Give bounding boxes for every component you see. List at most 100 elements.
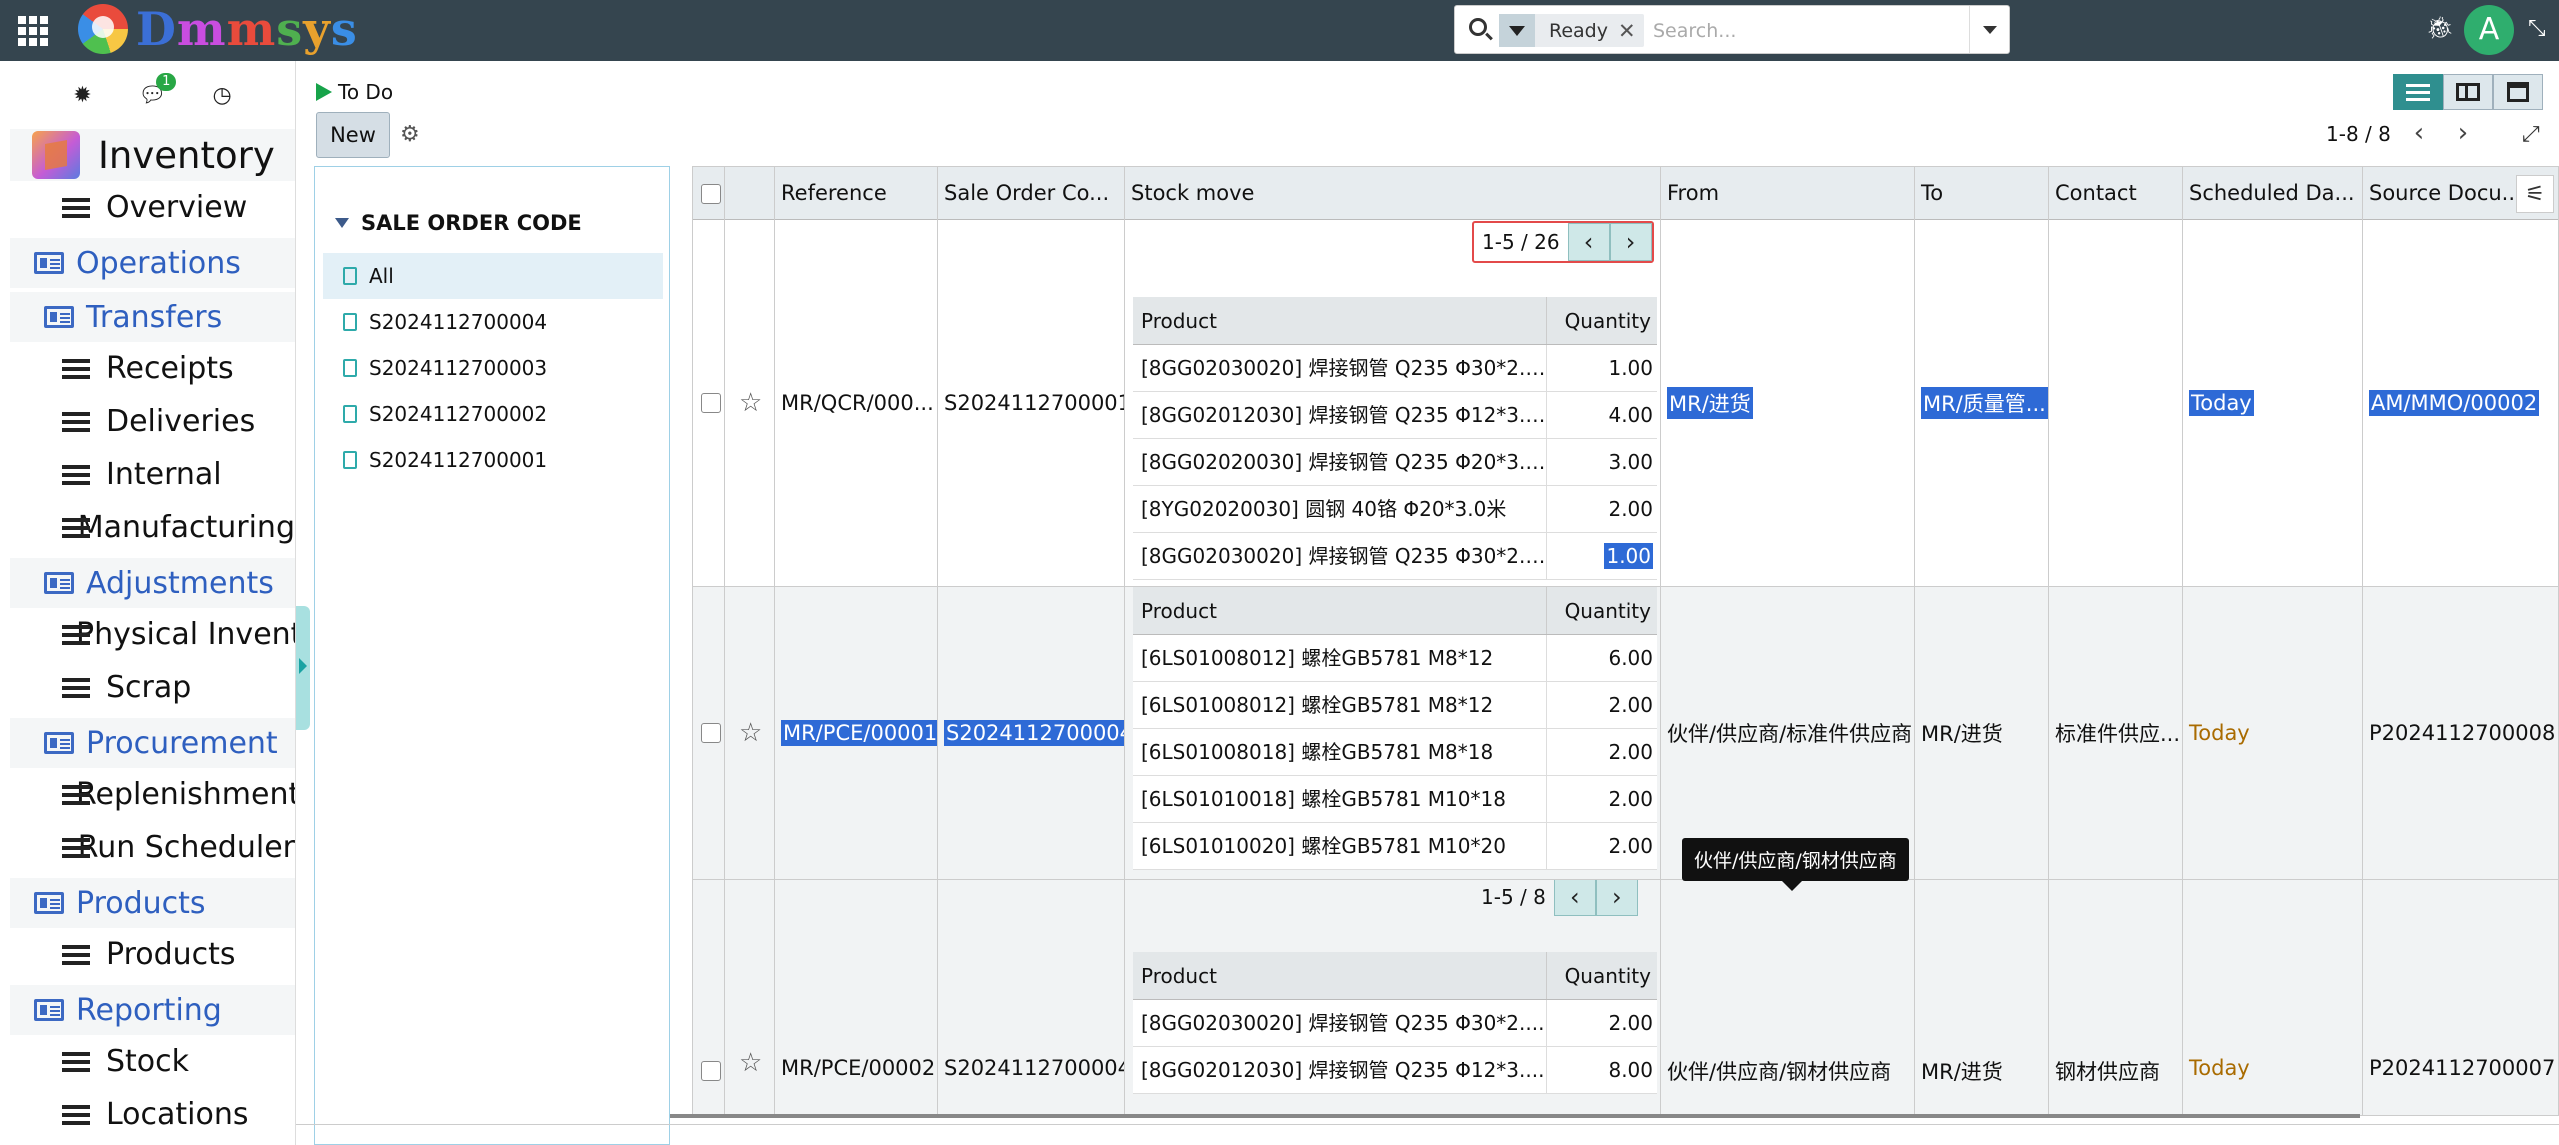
chat-icon[interactable]: 💬︎ 1 <box>138 72 177 108</box>
cell-reference[interactable]: MR/QCR/000... <box>775 220 938 586</box>
search-panel-item[interactable]: All <box>323 253 663 299</box>
search-icon[interactable] <box>1469 18 1487 36</box>
cell-sale-order[interactable]: S2024112700004 <box>938 880 1125 1115</box>
header-to[interactable]: To <box>1915 167 2049 220</box>
cell-contact[interactable] <box>2049 220 2183 586</box>
header-scheduled-date[interactable]: Scheduled Da... <box>2183 167 2363 220</box>
sidebar-group-adjustments[interactable]: Adjustments <box>10 558 295 608</box>
subtable-header-product[interactable]: Product <box>1133 587 1547 634</box>
stock-move-pager-value[interactable]: 1-5 / 8 <box>1473 880 1554 916</box>
sidebar-item-replenishment[interactable]: Replenishment <box>10 768 295 821</box>
cell-from[interactable]: 伙伴/供应商/标准件供应商 <box>1661 587 1915 879</box>
subtable-row[interactable]: [8GG02030020] 焊接钢管 Q235 Φ30*2.0... 1.00 <box>1133 533 1657 580</box>
table-row[interactable]: ☆ MR/PCE/00001 S2024112700004 Product Qua… <box>693 587 2558 880</box>
cell-to[interactable]: MR/进货 <box>1915 880 2049 1115</box>
sidebar-item-products[interactable]: Products <box>10 928 295 981</box>
table-row[interactable]: ☆ MR/QCR/000... S2024112700001 1-5 / 26 … <box>693 220 2558 587</box>
sidebar-item-receipts[interactable]: Receipts <box>10 342 295 395</box>
sidebar-item-deliveries[interactable]: Deliveries <box>10 395 295 448</box>
kanban-view-button[interactable] <box>2443 74 2493 110</box>
sidebar-group-procurement[interactable]: Procurement <box>10 718 295 768</box>
cell-scheduled-date[interactable]: Today <box>2183 220 2363 586</box>
subtable-header-quantity[interactable]: Quantity <box>1547 587 1657 634</box>
sidebar-item-physical-invent[interactable]: Physical Invent <box>10 608 295 661</box>
column-settings-icon[interactable]: ⚟ <box>2516 175 2554 213</box>
cell-contact[interactable]: 标准件供应... <box>2049 587 2183 879</box>
row-checkbox[interactable] <box>701 723 721 743</box>
search-input[interactable] <box>1653 16 1953 46</box>
search-options-toggle[interactable] <box>1969 6 2009 53</box>
subtable-row[interactable]: [6LS01008012] 螺栓GB5781 M8*12 2.00 <box>1133 682 1657 729</box>
list-view-button[interactable] <box>2393 74 2443 110</box>
fullscreen-icon[interactable]: ⤡ <box>2528 16 2546 41</box>
pager-prev-icon[interactable]: ‹ <box>2402 116 2436 150</box>
debug-icon[interactable]: 🐞︎ <box>2426 16 2454 41</box>
table-row[interactable]: ☆ MR/PCE/00002 S2024112700004 1-5 / 8 ‹ … <box>693 880 2558 1115</box>
subtable-row[interactable]: [6LS01010020] 螺栓GB5781 M10*20 2.00 <box>1133 823 1657 870</box>
subtable-row[interactable]: [6LS01008012] 螺栓GB5781 M8*12 6.00 <box>1133 635 1657 682</box>
header-contact[interactable]: Contact <box>2049 167 2183 220</box>
stock-move-pager-value[interactable]: 1-5 / 26 <box>1474 223 1568 261</box>
cell-source-document[interactable]: AM/MMO/00002 <box>2363 220 2558 586</box>
horizontal-scrollbar[interactable] <box>670 1114 2360 1118</box>
sidebar-item-locations[interactable]: Locations <box>10 1088 295 1141</box>
subtable-header-quantity[interactable]: Quantity <box>1547 297 1657 344</box>
cell-scheduled-date[interactable]: Today <box>2183 880 2363 1115</box>
cell-to[interactable]: MR/质量管... <box>1915 220 2049 586</box>
pager-next-icon[interactable]: › <box>1595 880 1638 916</box>
star-icon[interactable]: ☆ <box>739 718 762 748</box>
subtable-row[interactable]: [8GG02012030] 焊接钢管 Q235 Φ12*3.0... 4.00 <box>1133 392 1657 439</box>
header-stock-move[interactable]: Stock move <box>1125 167 1661 220</box>
pager-next-icon[interactable]: › <box>2446 116 2480 150</box>
pager-prev-icon[interactable]: ‹ <box>1553 880 1596 916</box>
sidebar-group-transfers[interactable]: Transfers <box>10 292 295 342</box>
cell-source-document[interactable]: P2024112700007 <box>2363 880 2558 1115</box>
search-panel-item[interactable]: S2024112700002 <box>323 391 663 437</box>
cell-sale-order[interactable]: S2024112700004 <box>938 587 1125 879</box>
row-checkbox[interactable] <box>701 393 721 413</box>
cell-reference[interactable]: MR/PCE/00002 <box>775 880 938 1115</box>
sidebar-collapse-handle[interactable] <box>296 606 310 730</box>
subtable-row[interactable]: [8GG02030020] 焊接钢管 Q235 Φ30*2.... 2.00 <box>1133 1000 1657 1047</box>
sidebar-item-overview[interactable]: Overview <box>10 181 295 234</box>
subtable-header-quantity[interactable]: Quantity <box>1547 952 1657 999</box>
bug-icon[interactable]: ✹ <box>73 83 91 108</box>
subtable-row[interactable]: [8GG02020030] 焊接钢管 Q235 Φ20*3.0... 3.00 <box>1133 439 1657 486</box>
subtable-header-product[interactable]: Product <box>1133 297 1547 344</box>
new-button[interactable]: New <box>316 112 390 158</box>
pager-next-icon[interactable]: › <box>1609 223 1652 261</box>
sidebar-item-manufacturing[interactable]: Manufacturing <box>10 501 295 554</box>
apps-menu-icon[interactable] <box>18 16 48 46</box>
star-icon[interactable]: ☆ <box>739 1048 762 1078</box>
star-icon[interactable]: ☆ <box>739 388 762 418</box>
app-title[interactable]: Inventory <box>10 129 295 181</box>
select-all-checkbox[interactable] <box>701 184 721 204</box>
header-reference[interactable]: Reference <box>775 167 938 220</box>
clock-icon[interactable]: ◷ <box>213 83 232 108</box>
pager-prev-icon[interactable]: ‹ <box>1567 223 1610 261</box>
gear-icon[interactable]: ⚙ <box>400 122 420 147</box>
cell-contact[interactable]: 钢材供应商 <box>2049 880 2183 1115</box>
cell-reference[interactable]: MR/PCE/00001 <box>775 587 938 879</box>
search-panel-item[interactable]: S2024112700004 <box>323 299 663 345</box>
sidebar-group-products[interactable]: Products <box>10 878 295 928</box>
expand-icon[interactable]: ⤢ <box>2522 122 2540 147</box>
cell-to[interactable]: MR/进货 <box>1915 587 2049 879</box>
cell-scheduled-date[interactable]: Today <box>2183 587 2363 879</box>
sidebar-item-scrap[interactable]: Scrap <box>10 661 295 714</box>
sidebar-item-run-scheduler[interactable]: Run Scheduler <box>10 821 295 874</box>
search-panel-item[interactable]: S2024112700001 <box>323 437 663 483</box>
calendar-view-button[interactable] <box>2493 74 2543 110</box>
cell-from[interactable]: 伙伴/供应商/钢材供应商 <box>1661 880 1915 1115</box>
subtable-header-product[interactable]: Product <box>1133 952 1547 999</box>
subtable-row[interactable]: [6LS01010018] 螺栓GB5781 M10*18 2.00 <box>1133 776 1657 823</box>
sidebar-group-operations[interactable]: Operations <box>10 238 295 288</box>
header-from[interactable]: From <box>1661 167 1915 220</box>
user-avatar[interactable]: A <box>2464 5 2514 55</box>
cell-from[interactable]: MR/进货 <box>1661 220 1915 586</box>
cell-sale-order[interactable]: S2024112700001 <box>938 220 1125 586</box>
facet-remove-icon[interactable]: ✕ <box>1618 19 1644 43</box>
subtable-row[interactable]: [6LS01008018] 螺栓GB5781 M8*18 2.00 <box>1133 729 1657 776</box>
search-panel-item[interactable]: S2024112700003 <box>323 345 663 391</box>
cell-source-document[interactable]: P2024112700008 <box>2363 587 2558 879</box>
